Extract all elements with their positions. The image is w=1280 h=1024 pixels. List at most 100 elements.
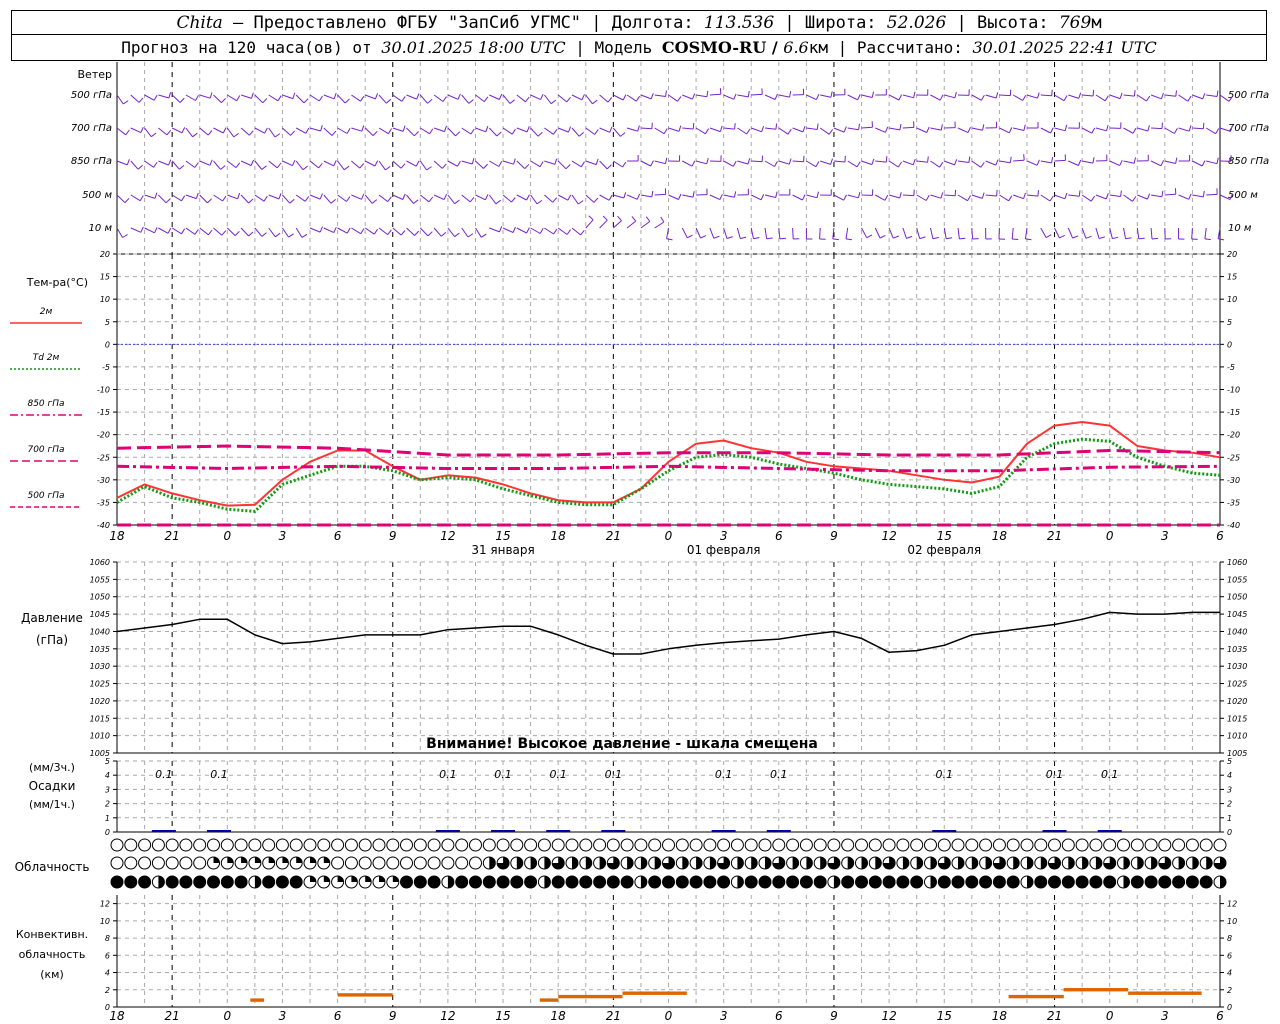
wind-barb-flag [1008, 195, 1013, 202]
wind-barb [185, 160, 196, 168]
wind-barb [599, 219, 608, 229]
wind-barb [930, 227, 934, 239]
wind-barb [144, 194, 156, 199]
cloud-symbol [675, 875, 689, 889]
wind-barb-flag [1051, 89, 1053, 96]
wind-barb-flag [932, 236, 939, 240]
wind-barb-flag [319, 193, 323, 200]
wind-barb-flag [1187, 95, 1192, 102]
wind-barb [599, 194, 610, 201]
wind-barb-flag [233, 132, 239, 138]
wind-barb [695, 160, 707, 165]
y-tick-label-left: 1010 [90, 732, 110, 741]
cloud-symbol [1172, 856, 1186, 870]
legend-label: 850 гПа [27, 399, 64, 409]
cloud-symbol [289, 856, 303, 870]
y-tick-label-right: -20 [1227, 431, 1240, 440]
hour-tick-label: 0 [665, 1009, 673, 1023]
wind-barb-flag [195, 95, 199, 101]
wind-barb [475, 127, 486, 133]
cloud-symbol [855, 838, 868, 852]
wind-barb [489, 94, 500, 100]
wind-barb [419, 94, 428, 104]
cloud-symbol [1034, 856, 1048, 870]
cloud-symbol [193, 838, 207, 852]
hour-tick-label: 18 [551, 1009, 567, 1023]
wind-barb [764, 227, 768, 239]
wind-barb-flag [262, 98, 268, 104]
cloud-symbol [786, 856, 800, 870]
cloud-symbol [165, 838, 179, 852]
wind-barb-flag [208, 229, 213, 236]
wind-barb [488, 194, 497, 205]
y-tick-label-right: 12 [1227, 900, 1237, 909]
cloud-symbol [1075, 838, 1089, 852]
cloud-symbol [841, 875, 855, 889]
cloud-symbol [730, 875, 744, 889]
wind-barb-flag [858, 123, 860, 130]
wind-barb-flag [620, 132, 626, 137]
y-tick-label-left: -35 [97, 498, 110, 507]
wind-barb-flag [387, 128, 392, 134]
cloud-symbol [758, 838, 772, 852]
wind-barb-flag [1078, 190, 1081, 197]
wind-barb [530, 194, 538, 205]
cloud-symbol [151, 856, 165, 870]
cloud-symbol [193, 856, 207, 870]
wind-barb [1151, 127, 1163, 130]
wind-barb-flag [289, 198, 295, 204]
wind-barb-flag [1098, 236, 1106, 239]
wind-barb-flag [1173, 128, 1178, 134]
wind-barb-flag [1104, 95, 1109, 102]
wind-barb [557, 94, 568, 103]
cloud-symbol [358, 856, 372, 870]
wind-barb-flag [319, 226, 323, 233]
y-tick-label-left: 2 [105, 986, 110, 995]
cloud-symbol [772, 856, 786, 870]
cloud-symbol [207, 875, 220, 889]
wind-barb-flag [581, 94, 585, 101]
y-tick-label-left: -20 [97, 431, 110, 440]
wind-barb-flag [1188, 125, 1192, 132]
cloud-symbol [482, 838, 496, 852]
wind-barb-flag [552, 197, 558, 203]
wind-barb [668, 94, 678, 102]
wind-barb [406, 94, 417, 100]
cloud-symbol [634, 856, 648, 870]
wind-barb-flag [635, 95, 641, 102]
cloud-symbol [1158, 856, 1172, 870]
y-tick-label-right: 6 [1227, 951, 1232, 960]
wind-barb [364, 227, 375, 235]
cloud-symbol [992, 838, 1006, 852]
precip-value-label: 0.1 [605, 768, 623, 781]
cloud-symbol [1213, 856, 1227, 870]
y-tick-label-right: 5 [1227, 318, 1232, 327]
wind-barb [682, 127, 694, 130]
y-tick-label-left: -5 [102, 363, 110, 372]
wind-barb-flag [885, 156, 888, 163]
precip-value-label: 0.1 [1101, 768, 1119, 781]
wind-barb-flag [1072, 235, 1079, 239]
wind-barb [833, 194, 844, 201]
wind-barb-flag [263, 195, 268, 202]
y-tick-label-right: 4 [1227, 771, 1232, 780]
wind-barb-flag [691, 160, 696, 167]
cloud-symbol [551, 856, 565, 870]
wind-label: Ветер [78, 68, 112, 81]
wind-barb-flag [1160, 92, 1164, 99]
wind-barb [1123, 127, 1134, 134]
wind-barb [254, 160, 263, 170]
wind-barb [378, 227, 389, 235]
cloud-symbol [896, 875, 910, 889]
wind-barb [1026, 160, 1038, 166]
y-tick-label-left: 0 [105, 340, 110, 349]
wind-barb-flag [495, 199, 502, 205]
cloud-symbol [730, 856, 744, 870]
wind-barb-flag [1077, 159, 1082, 166]
wind-barb-flag [385, 165, 391, 171]
wind-barb [571, 127, 580, 137]
wind-barb-flag [816, 191, 819, 198]
wind-barb-flag [828, 129, 834, 135]
wind-barb-flag [897, 161, 903, 168]
hour-tick-label: 21 [165, 529, 180, 543]
